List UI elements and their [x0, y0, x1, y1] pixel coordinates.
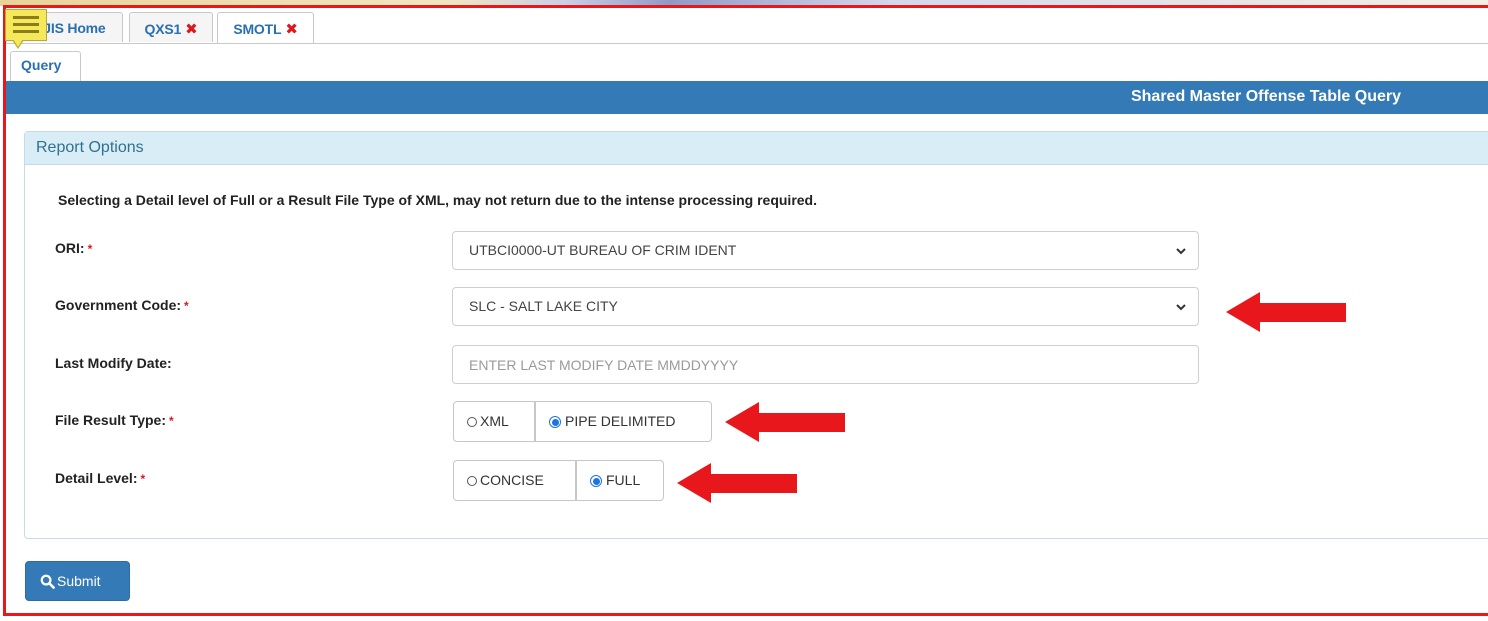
- chevron-down-icon: [1176, 248, 1186, 255]
- detail-level-label: Detail Level: *: [55, 470, 145, 486]
- tab-label: SMOTL: [233, 21, 282, 37]
- ori-select[interactable]: UTBCI0000-UT BUREAU OF CRIM IDENT: [452, 231, 1199, 270]
- annotation-arrow: [1226, 292, 1346, 332]
- required-marker: *: [168, 414, 174, 428]
- search-icon: [40, 574, 55, 589]
- panel-title: Report Options: [36, 139, 144, 156]
- chevron-down-icon: [1176, 304, 1186, 311]
- last-modify-date-input[interactable]: [452, 345, 1199, 384]
- ori-select-value: UTBCI0000-UT BUREAU OF CRIM IDENT: [469, 242, 737, 258]
- submit-button[interactable]: Submit: [25, 561, 130, 601]
- radio-unselected-icon: [467, 476, 477, 486]
- annotation-arrow: [677, 463, 797, 503]
- hamburger-menu-icon[interactable]: [5, 9, 47, 49]
- radio-selected-icon: [590, 475, 602, 487]
- radio-label: XML: [480, 413, 509, 429]
- radio-full[interactable]: FULL: [576, 460, 664, 501]
- required-marker: *: [87, 242, 93, 256]
- annotation-arrow: [725, 402, 845, 442]
- radio-pipe-delimited[interactable]: PIPE DELIMITED: [535, 401, 712, 442]
- radio-label: FULL: [606, 472, 641, 488]
- tab-smotl[interactable]: SMOTL ✖: [217, 12, 314, 43]
- tab-qxs1[interactable]: QXS1 ✖: [129, 12, 213, 42]
- file-result-type-label: File Result Type: *: [55, 412, 174, 428]
- panel-heading: Report Options: [25, 132, 1488, 165]
- required-marker: *: [140, 472, 146, 486]
- close-icon[interactable]: ✖: [185, 21, 198, 38]
- tab-bar: UCJIS Home QXS1 ✖ SMOTL ✖: [6, 9, 1488, 44]
- required-marker: *: [184, 299, 189, 313]
- ori-label-text: ORI:: [55, 240, 85, 256]
- last-modify-date-label: Last Modify Date:: [55, 355, 172, 371]
- radio-selected-icon: [549, 416, 561, 428]
- government-code-label: Government Code: *: [55, 297, 189, 313]
- radio-unselected-icon: [467, 417, 477, 427]
- close-icon[interactable]: ✖: [285, 21, 298, 38]
- government-code-label-text: Government Code:: [55, 297, 182, 313]
- tab-query[interactable]: Query: [10, 51, 81, 81]
- radio-label: CONCISE: [480, 472, 544, 488]
- submit-label: Submit: [57, 573, 101, 589]
- page-title: Shared Master Offense Table Query: [6, 81, 1488, 114]
- page-title-text: Shared Master Offense Table Query: [1130, 88, 1401, 105]
- ori-label: ORI: *: [55, 240, 92, 256]
- file-result-type-label-text: File Result Type:: [55, 412, 166, 428]
- radio-label: PIPE DELIMITED: [565, 413, 676, 429]
- radio-xml[interactable]: XML: [453, 401, 535, 442]
- government-code-select[interactable]: SLC - SALT LAKE CITY: [452, 287, 1199, 326]
- detail-level-label-text: Detail Level:: [55, 470, 138, 486]
- processing-notice: Selecting a Detail level of Full or a Re…: [58, 192, 817, 208]
- last-modify-date-label-text: Last Modify Date:: [55, 355, 172, 371]
- tab-label: Query: [21, 57, 62, 73]
- radio-concise[interactable]: CONCISE: [453, 460, 576, 501]
- government-code-select-value: SLC - SALT LAKE CITY: [469, 298, 618, 314]
- tab-label: QXS1: [144, 21, 182, 37]
